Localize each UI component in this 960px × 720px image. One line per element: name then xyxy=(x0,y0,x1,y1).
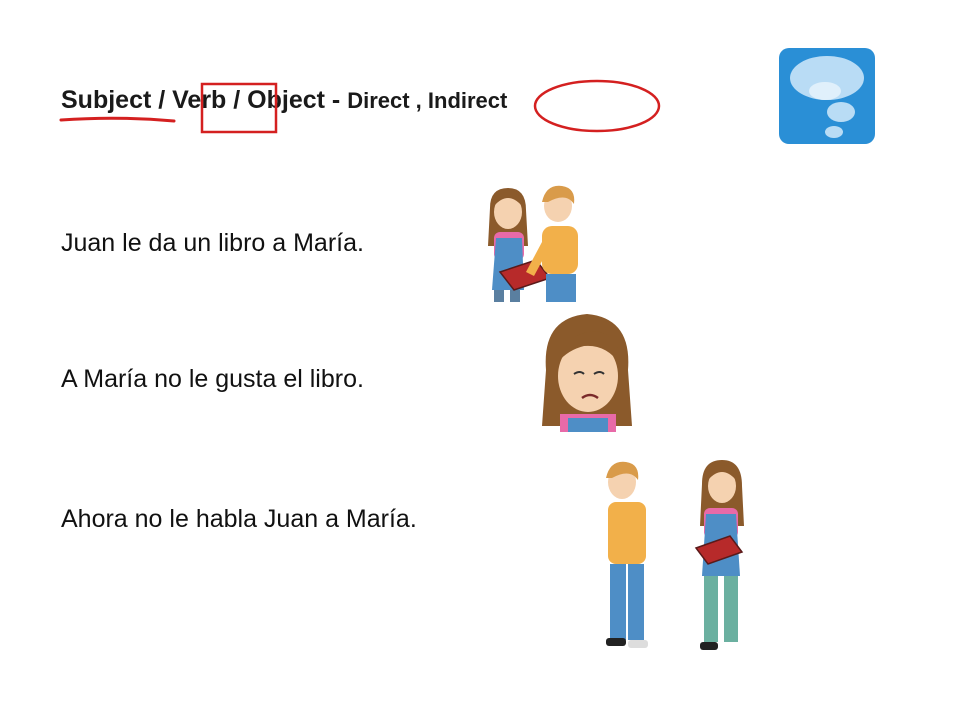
sentence-1: Juan le da un libro a María. xyxy=(61,229,364,257)
heading-main: Subject / Verb / Object - xyxy=(61,86,348,114)
subject-underline xyxy=(59,116,176,123)
slide-heading: Subject / Verb / Object - Direct , Indir… xyxy=(61,86,507,115)
indirect-circle xyxy=(533,79,661,133)
heading-separator: , xyxy=(409,88,428,113)
slide: Subject / Verb / Object - Direct , Indir… xyxy=(0,0,960,720)
sentence-3: Ahora no le habla Juan a María. xyxy=(61,505,417,533)
juan-maria-apart-illustration xyxy=(606,460,744,650)
heading-direct: Direct xyxy=(347,88,410,113)
sentence-2: A María no le gusta el libro. xyxy=(61,365,364,393)
speech-bubble-icon[interactable] xyxy=(779,48,875,144)
heading-indirect: Indirect xyxy=(427,88,508,113)
sad-maria-illustration xyxy=(542,314,632,432)
juan-gives-book-illustration xyxy=(488,185,578,302)
